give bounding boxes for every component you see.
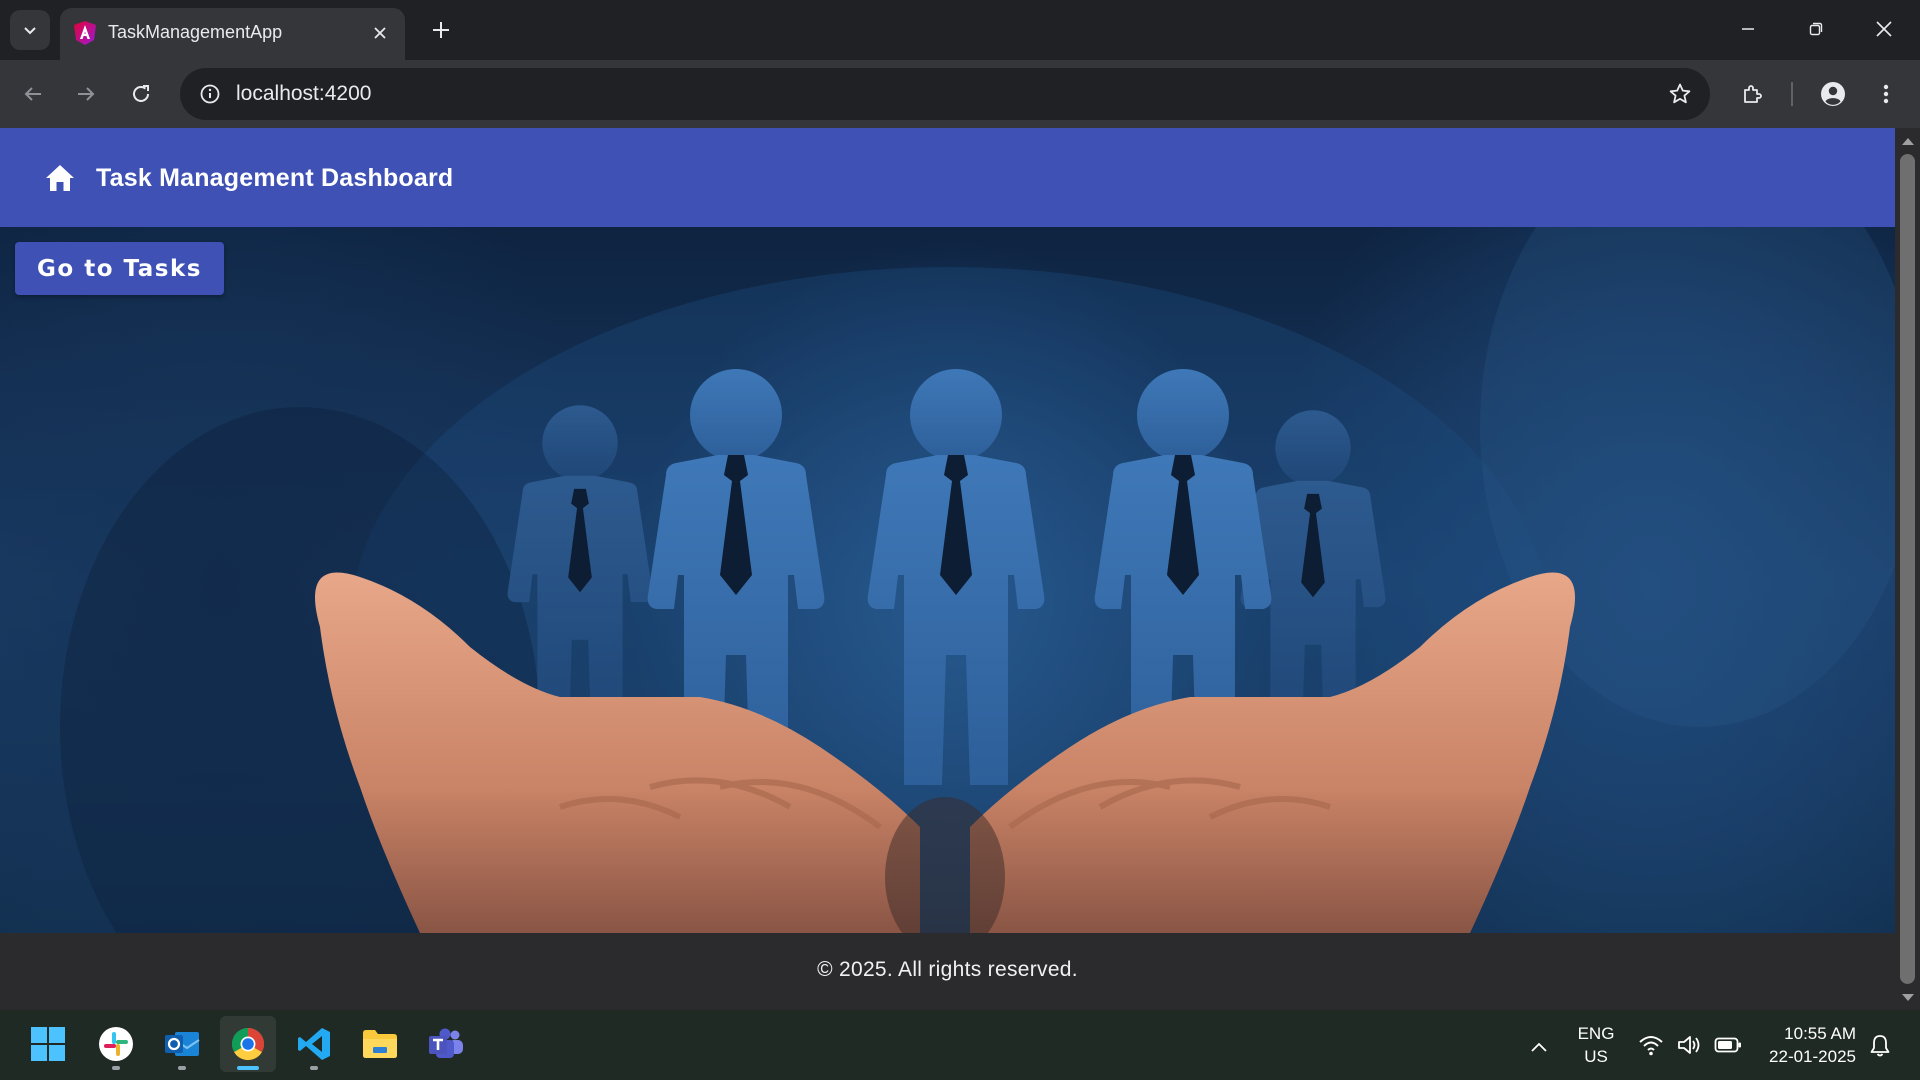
menu-button[interactable]	[1866, 74, 1906, 114]
star-icon	[1669, 83, 1691, 104]
avatar-icon	[1821, 82, 1845, 106]
arrow-right-icon	[78, 87, 95, 101]
angular-logo-icon	[74, 21, 96, 45]
running-indicator	[178, 1066, 186, 1070]
copyright-text: © 2025. All rights reserved.	[817, 957, 1078, 981]
tab-close-button[interactable]	[367, 20, 393, 46]
slack-icon	[99, 1027, 133, 1061]
running-indicator	[237, 1066, 259, 1070]
tab-title: TaskManagementApp	[108, 22, 283, 42]
url-text[interactable]: localhost:4200	[236, 82, 371, 106]
close-icon	[1876, 21, 1892, 37]
close-window-button[interactable]	[1850, 0, 1918, 58]
restore-button[interactable]	[1782, 0, 1850, 58]
teams-icon	[429, 1028, 463, 1058]
app-header: Task Management Dashboard	[0, 128, 1895, 227]
info-icon	[200, 84, 220, 104]
wifi-icon	[1639, 1036, 1663, 1056]
team-in-hands-illustration	[60, 227, 1895, 933]
vscode-icon	[298, 1028, 330, 1060]
browser-toolbar: localhost:4200	[0, 60, 1920, 128]
taskbar-file-explorer[interactable]	[352, 1016, 408, 1072]
chevron-down-icon	[24, 27, 36, 35]
app-footer: © 2025. All rights reserved.	[0, 933, 1895, 1010]
system-tray-icons[interactable]	[1638, 1030, 1742, 1060]
clock-time: 10:55 AM	[1784, 1024, 1856, 1043]
language-code: ENG	[1577, 1024, 1615, 1043]
minimize-icon	[1742, 28, 1754, 30]
forward-button[interactable]	[66, 74, 106, 114]
outlook-icon	[165, 1032, 200, 1056]
language-region: US	[1584, 1047, 1608, 1066]
hero-image	[0, 227, 1895, 933]
running-indicator	[310, 1066, 318, 1070]
clock-date: 22-01-2025	[1769, 1047, 1856, 1066]
home-icon[interactable]	[44, 162, 76, 194]
extensions-button[interactable]	[1733, 74, 1773, 114]
address-bar[interactable]: localhost:4200	[180, 68, 1710, 120]
page-scrollbar[interactable]	[1895, 128, 1920, 1010]
go-to-tasks-button[interactable]: Go to Tasks	[15, 242, 224, 295]
puzzle-icon	[1744, 85, 1762, 103]
more-vertical-icon	[1883, 84, 1889, 104]
taskbar-slack[interactable]	[88, 1016, 144, 1072]
plus-icon	[433, 22, 449, 38]
reload-button[interactable]	[121, 74, 161, 114]
scroll-down-arrow[interactable]	[1902, 994, 1914, 1001]
running-indicator	[112, 1066, 120, 1070]
profile-button[interactable]	[1813, 74, 1853, 114]
close-icon	[374, 27, 386, 39]
site-info-button[interactable]	[192, 76, 228, 112]
bell-icon	[1870, 1035, 1890, 1057]
taskbar-teams[interactable]	[418, 1016, 474, 1072]
bookmark-button[interactable]	[1662, 76, 1698, 112]
scroll-up-arrow[interactable]	[1902, 138, 1914, 145]
folder-icon	[363, 1030, 397, 1058]
notifications-button[interactable]	[1866, 1032, 1894, 1060]
language-indicator[interactable]: ENG US	[1576, 1022, 1616, 1068]
arrow-left-icon	[24, 87, 41, 101]
page-title: Task Management Dashboard	[96, 164, 454, 192]
chevron-up-icon	[1531, 1042, 1547, 1052]
taskbar-outlook[interactable]	[154, 1016, 210, 1072]
windows-taskbar: ENG US 10:55 AM 22-01-2025	[0, 1010, 1920, 1080]
minimize-button[interactable]	[1714, 0, 1782, 58]
page-viewport: Task Management Dashboard Go to Tasks © …	[0, 128, 1895, 1010]
clock[interactable]: 10:55 AM 22-01-2025	[1756, 1022, 1856, 1068]
toolbar-divider	[1791, 82, 1793, 106]
new-tab-button[interactable]	[423, 12, 459, 48]
volume-icon	[1678, 1036, 1700, 1054]
browser-tabstrip: TaskManagementApp	[0, 0, 1920, 60]
chrome-icon	[231, 1027, 265, 1061]
tray-overflow-button[interactable]	[1524, 1032, 1554, 1062]
taskbar-vscode[interactable]	[286, 1016, 342, 1072]
taskbar-start-button[interactable]	[20, 1016, 76, 1072]
browser-tab-active[interactable]: TaskManagementApp	[60, 8, 405, 60]
back-button[interactable]	[13, 74, 53, 114]
reload-icon	[133, 85, 149, 102]
restore-icon	[1809, 22, 1823, 36]
scrollbar-thumb[interactable]	[1900, 154, 1915, 984]
tab-search-button[interactable]	[10, 10, 50, 50]
battery-icon	[1714, 1037, 1741, 1053]
taskbar-chrome[interactable]	[220, 1016, 276, 1072]
windows-logo-icon	[31, 1027, 65, 1061]
